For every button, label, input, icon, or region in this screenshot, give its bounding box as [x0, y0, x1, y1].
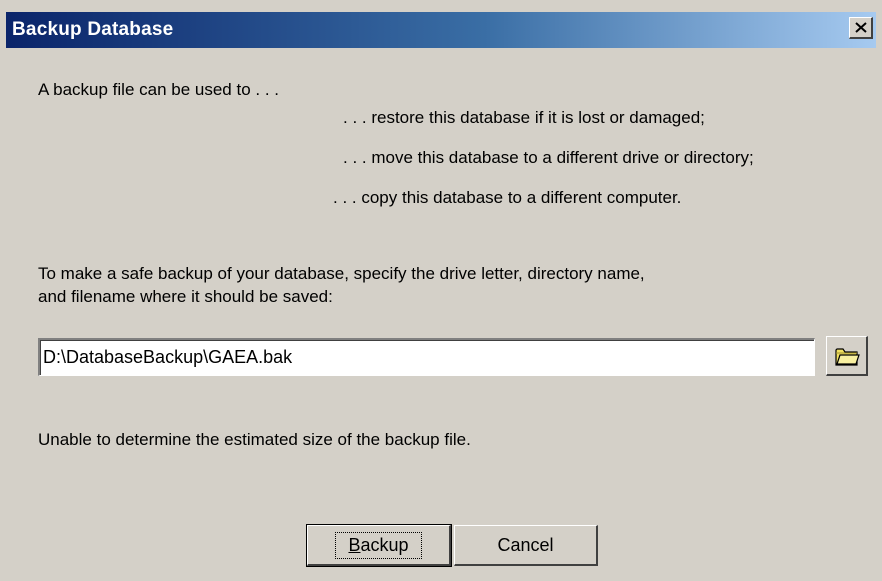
- close-icon: [854, 22, 867, 33]
- backup-label: ackup: [360, 534, 409, 555]
- use-move: . . . move this database to a different …: [343, 148, 754, 167]
- title-bar[interactable]: Backup Database: [6, 12, 876, 48]
- close-button[interactable]: [849, 17, 873, 39]
- intro-lead: A backup file can be used to . . .: [38, 80, 279, 99]
- instructions-line-1: To make a safe backup of your database, …: [38, 264, 645, 283]
- cancel-button[interactable]: Cancel: [454, 525, 598, 566]
- dialog-title: Backup Database: [12, 19, 174, 40]
- use-copy: . . . copy this database to a different …: [333, 188, 682, 207]
- folder-icon: [834, 347, 860, 366]
- instructions-line-2: and filename where it should be saved:: [38, 287, 333, 306]
- browse-button[interactable]: [826, 336, 868, 376]
- backup-path-input[interactable]: [38, 338, 815, 376]
- estimated-size-message: Unable to determine the estimated size o…: [38, 430, 471, 449]
- backup-button[interactable]: Backup: [306, 524, 452, 567]
- backup-mnemonic: B: [348, 534, 361, 555]
- backup-button-focus: Backup: [335, 531, 422, 559]
- cancel-label: Cancel: [497, 534, 554, 555]
- backup-database-dialog: Backup Database A backup file can be use…: [0, 0, 882, 581]
- use-restore: . . . restore this database if it is los…: [343, 108, 705, 127]
